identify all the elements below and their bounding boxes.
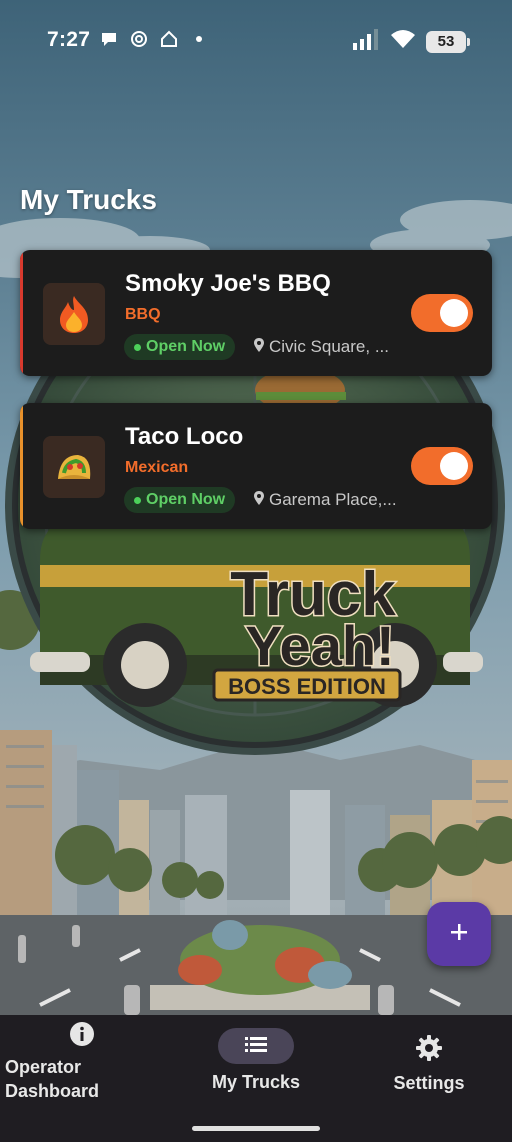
truck-name: Taco Loco: [125, 423, 244, 450]
truck-card-smoky-joes[interactable]: Smoky Joe's BBQ BBQ Open Now Civic Squar…: [20, 250, 492, 376]
logo-edition: BOSS EDITION: [228, 674, 386, 699]
truck-cuisine: BBQ: [125, 306, 161, 323]
nav-label-settings: Settings: [393, 1073, 465, 1093]
truck-location: Garema Place,...: [254, 490, 397, 510]
location-pin-icon: [254, 337, 264, 357]
battery-indicator: 53: [426, 30, 470, 53]
card-accent-bar: [20, 403, 23, 529]
chat-bubble-icon: [100, 30, 118, 48]
truck-active-toggle[interactable]: [411, 447, 473, 485]
dot-icon: [190, 30, 208, 48]
background-illustration: Truck Yeah! BOSS EDITION: [0, 0, 512, 1142]
location-pin-icon: [254, 490, 264, 510]
nav-operator-dashboard[interactable]: Operator Dashboard: [0, 1021, 160, 1103]
status-bar: 7:27 53: [0, 0, 512, 80]
toggle-knob: [440, 299, 468, 327]
add-truck-button[interactable]: [427, 902, 491, 966]
truck-location-text: Garema Place,...: [269, 490, 397, 509]
open-status-badge: Open Now: [124, 487, 236, 513]
nav-selected-indicator: [218, 1028, 294, 1064]
nav-label-operator-line2: Dashboard: [5, 1081, 100, 1101]
nav-label-operator-line1: Operator: [5, 1057, 82, 1077]
truck-card-taco-loco[interactable]: Taco Loco Mexican Open Now Garema Place,…: [20, 403, 492, 529]
notification-icons: [100, 30, 208, 48]
nav-my-trucks[interactable]: My Trucks: [180, 1028, 332, 1093]
open-status-badge: Open Now: [124, 334, 236, 360]
wifi-icon: [390, 28, 416, 55]
truck-location-text: Civic Square, ...: [269, 337, 389, 356]
nav-label-my-trucks: My Trucks: [211, 1072, 301, 1092]
plus-icon: [449, 922, 469, 947]
truck-location: Civic Square, ...: [254, 337, 389, 357]
list-icon: [245, 1036, 267, 1057]
logo-line2: Yeah!: [245, 614, 394, 677]
home-indicator[interactable]: [192, 1126, 320, 1131]
signal-icon: [352, 28, 380, 55]
gear-icon: [416, 1035, 442, 1061]
truck-active-toggle[interactable]: [411, 294, 473, 332]
bottom-navigation: Operator Dashboard My Trucks Settings: [0, 1015, 512, 1142]
truck-name: Smoky Joe's BBQ: [125, 270, 331, 297]
taco-icon: [43, 436, 105, 498]
info-icon: [69, 1021, 95, 1047]
toggle-knob: [440, 452, 468, 480]
fire-icon: [43, 283, 105, 345]
radar-icon: [130, 30, 148, 48]
page-title: My Trucks: [20, 184, 157, 215]
nav-settings[interactable]: Settings: [370, 1035, 488, 1094]
truck-cuisine: Mexican: [125, 459, 189, 476]
status-time: 7:27: [47, 28, 91, 51]
card-accent-bar: [20, 250, 23, 376]
home-icon: [160, 30, 178, 48]
